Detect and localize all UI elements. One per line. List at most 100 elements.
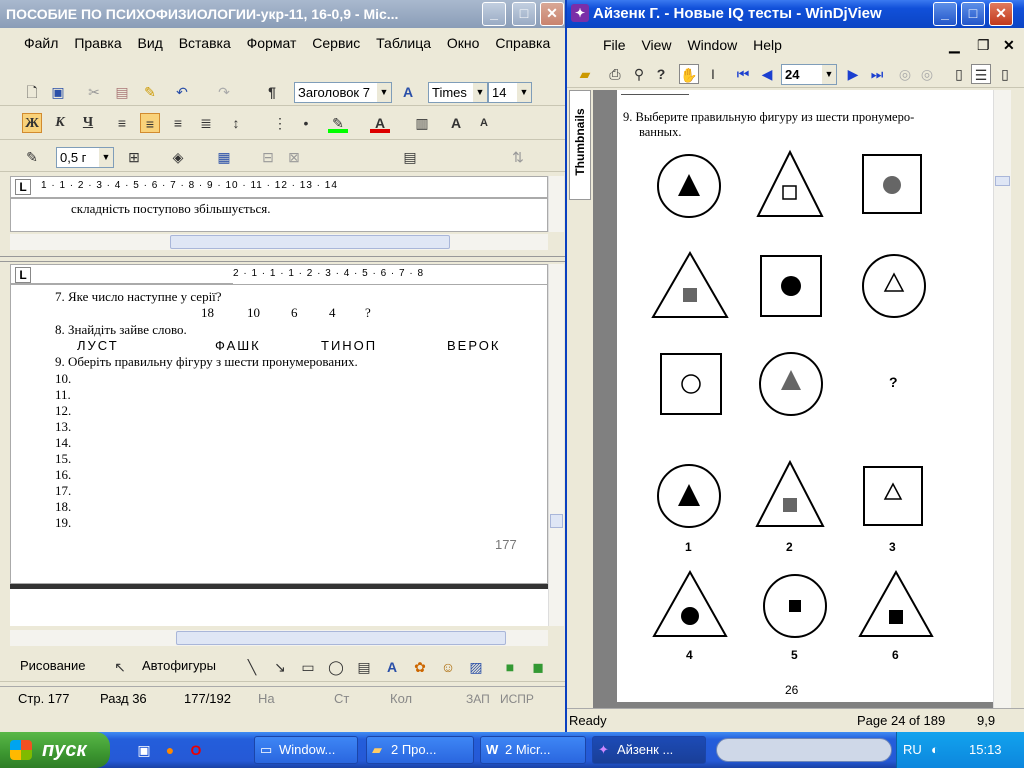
picture-icon[interactable]: ▨	[466, 657, 486, 677]
shrink-font-icon[interactable]: A	[474, 113, 494, 133]
scroll-thumb[interactable]	[550, 514, 563, 528]
language-indicator[interactable]: RU	[903, 732, 922, 768]
borders-icon[interactable]: ▥	[412, 113, 432, 133]
numbering-icon[interactable]: ⋮	[270, 113, 290, 133]
underline-icon[interactable]: Ч	[78, 113, 98, 133]
menu-help[interactable]: Справка	[495, 30, 550, 56]
bottom-pane-scrollbar[interactable]	[548, 264, 564, 626]
word-minimize-button[interactable]: _	[482, 2, 506, 26]
font-size-combo[interactable]: 14 ▼	[488, 82, 532, 103]
dj-menu-file[interactable]: File	[603, 32, 626, 58]
djview-maximize-button[interactable]: □	[961, 2, 985, 26]
thumbnails-tab[interactable]: Thumbnails	[569, 90, 591, 200]
wordart-icon[interactable]: A	[382, 657, 402, 677]
open-folder-icon[interactable]: ▰	[575, 64, 595, 84]
document-page[interactable]: 7. Яке число наступне у серії? 18 10 6 4…	[10, 284, 549, 595]
menu-format[interactable]: Формат	[247, 30, 297, 56]
print-icon[interactable]: ⎙	[605, 64, 625, 84]
tab-selector[interactable]: L	[15, 179, 31, 195]
pilcrow-icon[interactable]: ¶	[262, 82, 282, 102]
horizontal-ruler-bottom[interactable]: 2 · 1 · 1 · 1 · 2 · 3 · 4 · 5 · 6 · 7 · …	[233, 266, 547, 284]
new-document-icon[interactable]: 🗋	[22, 82, 42, 102]
shading-icon[interactable]: ◈	[168, 147, 188, 167]
word-close-button[interactable]: ✕	[540, 2, 564, 26]
menu-edit[interactable]: Правка	[74, 30, 121, 56]
top-pane-h-scrollbar[interactable]	[10, 234, 548, 250]
save-icon[interactable]: ▣	[48, 82, 68, 102]
task-djview[interactable]: ✦ Айзенк ...	[592, 736, 706, 764]
line-spacing-icon[interactable]: ↕	[226, 113, 246, 133]
clock[interactable]: 15:13	[969, 732, 1002, 768]
font-color-icon[interactable]: A	[370, 113, 390, 133]
djview-scroll-thumb[interactable]	[995, 176, 1010, 186]
split-cells-icon[interactable]: ⊠	[284, 147, 304, 167]
arrow-tool-icon[interactable]: ↘	[270, 657, 290, 677]
top-pane-document[interactable]: складність поступово збільшується.	[10, 198, 548, 232]
select-arrow-icon[interactable]: ↖	[110, 657, 130, 677]
djview-scrollbar[interactable]	[993, 90, 1011, 708]
dj-menu-window[interactable]: Window	[687, 32, 737, 58]
volume-icon[interactable]: ◐	[931, 732, 939, 768]
grow-font-icon[interactable]: A	[446, 113, 466, 133]
dj-menu-view[interactable]: View	[641, 32, 671, 58]
task-word[interactable]: W2 Micr...	[480, 736, 586, 764]
prev-page-icon[interactable]: ◀	[757, 64, 777, 84]
forward-icon[interactable]: ◎	[917, 64, 937, 84]
merge-cells-icon[interactable]: ⊟	[258, 147, 278, 167]
facing-pages-icon[interactable]: ▯	[995, 64, 1015, 84]
doc-close-icon[interactable]: ✕	[1003, 32, 1015, 58]
what-is-this-icon[interactable]: ?	[651, 64, 671, 84]
rectangle-tool-icon[interactable]: ▭	[298, 657, 318, 677]
align-center-icon[interactable]: ≡	[140, 113, 160, 133]
align-left-icon[interactable]: ≡	[112, 113, 132, 133]
style-combo[interactable]: Заголовок 7 ▼	[294, 82, 392, 103]
dj-menu-help[interactable]: Help	[753, 32, 782, 58]
draw-table-icon[interactable]: ✎	[22, 147, 42, 167]
top-pane-scrollbar[interactable]	[548, 176, 564, 232]
align-right-icon[interactable]: ≡	[168, 113, 188, 133]
format-painter-icon[interactable]: ✎	[140, 82, 160, 102]
single-page-icon[interactable]: ▯	[949, 64, 969, 84]
djview-minimize-button[interactable]: _	[933, 2, 957, 26]
split-bar[interactable]	[0, 256, 565, 262]
start-button[interactable]: пуск	[0, 732, 110, 768]
textbox-tool-icon[interactable]: ▤	[354, 657, 374, 677]
task-explorer[interactable]: ▰ 2 Про...	[366, 736, 474, 764]
horizontal-ruler-top[interactable]: 1 · 1 · 2 · 3 · 4 · 5 · 6 · 7 · 8 · 9 · …	[41, 178, 547, 196]
align-cell-icon[interactable]: ▤	[400, 147, 420, 167]
status-rec[interactable]: ЗАП	[466, 687, 490, 711]
menu-table[interactable]: Таблица	[376, 30, 431, 56]
doc-minimize-icon[interactable]: ▁	[949, 32, 960, 58]
quicklaunch-opera-icon[interactable]: O	[186, 740, 206, 760]
sort-icon[interactable]: ⇅	[508, 147, 528, 167]
clipart-icon[interactable]: ☺	[438, 657, 458, 677]
shadow-icon[interactable]: ■	[500, 657, 520, 677]
quicklaunch-firefox-icon[interactable]: ●	[160, 740, 180, 760]
justify-icon[interactable]: ≣	[196, 113, 216, 133]
menu-tools[interactable]: Сервис	[312, 30, 360, 56]
italic-icon[interactable]: К	[50, 113, 70, 133]
drawing-menu[interactable]: Рисование	[20, 658, 85, 673]
tab-selector-bottom[interactable]: L	[15, 267, 31, 283]
word-titlebar[interactable]: ПОСОБИЕ ПО ПСИХОФИЗИОЛОГИИ-укр-11, 16-0,…	[0, 0, 565, 28]
select-tool-icon[interactable]: I	[703, 64, 723, 84]
djview-close-button[interactable]: ✕	[989, 2, 1013, 26]
task-windows[interactable]: ▭ Window...	[254, 736, 358, 764]
first-page-icon[interactable]: ⏮	[733, 64, 753, 84]
3d-icon[interactable]: ◼	[528, 657, 548, 677]
oval-tool-icon[interactable]: ◯	[326, 657, 346, 677]
redo-icon[interactable]: ↷	[214, 82, 234, 102]
autoshapes-menu[interactable]: Автофигуры	[142, 658, 216, 673]
undo-icon[interactable]: ↶	[172, 82, 192, 102]
menu-view[interactable]: Вид	[138, 30, 163, 56]
cut-icon[interactable]: ✂	[84, 82, 104, 102]
bold-icon[interactable]: Ж	[22, 113, 42, 133]
styles-pane-icon[interactable]: A	[398, 82, 418, 102]
find-icon[interactable]: ⚲	[629, 64, 649, 84]
font-combo[interactable]: Times ▼	[428, 82, 488, 103]
diagram-icon[interactable]: ✿	[410, 657, 430, 677]
insert-table-icon[interactable]: ▦	[214, 147, 234, 167]
doc-restore-icon[interactable]: ❐	[977, 32, 990, 58]
highlight-icon[interactable]: ✎	[328, 113, 348, 133]
hand-tool-icon[interactable]: ✋	[679, 64, 699, 84]
